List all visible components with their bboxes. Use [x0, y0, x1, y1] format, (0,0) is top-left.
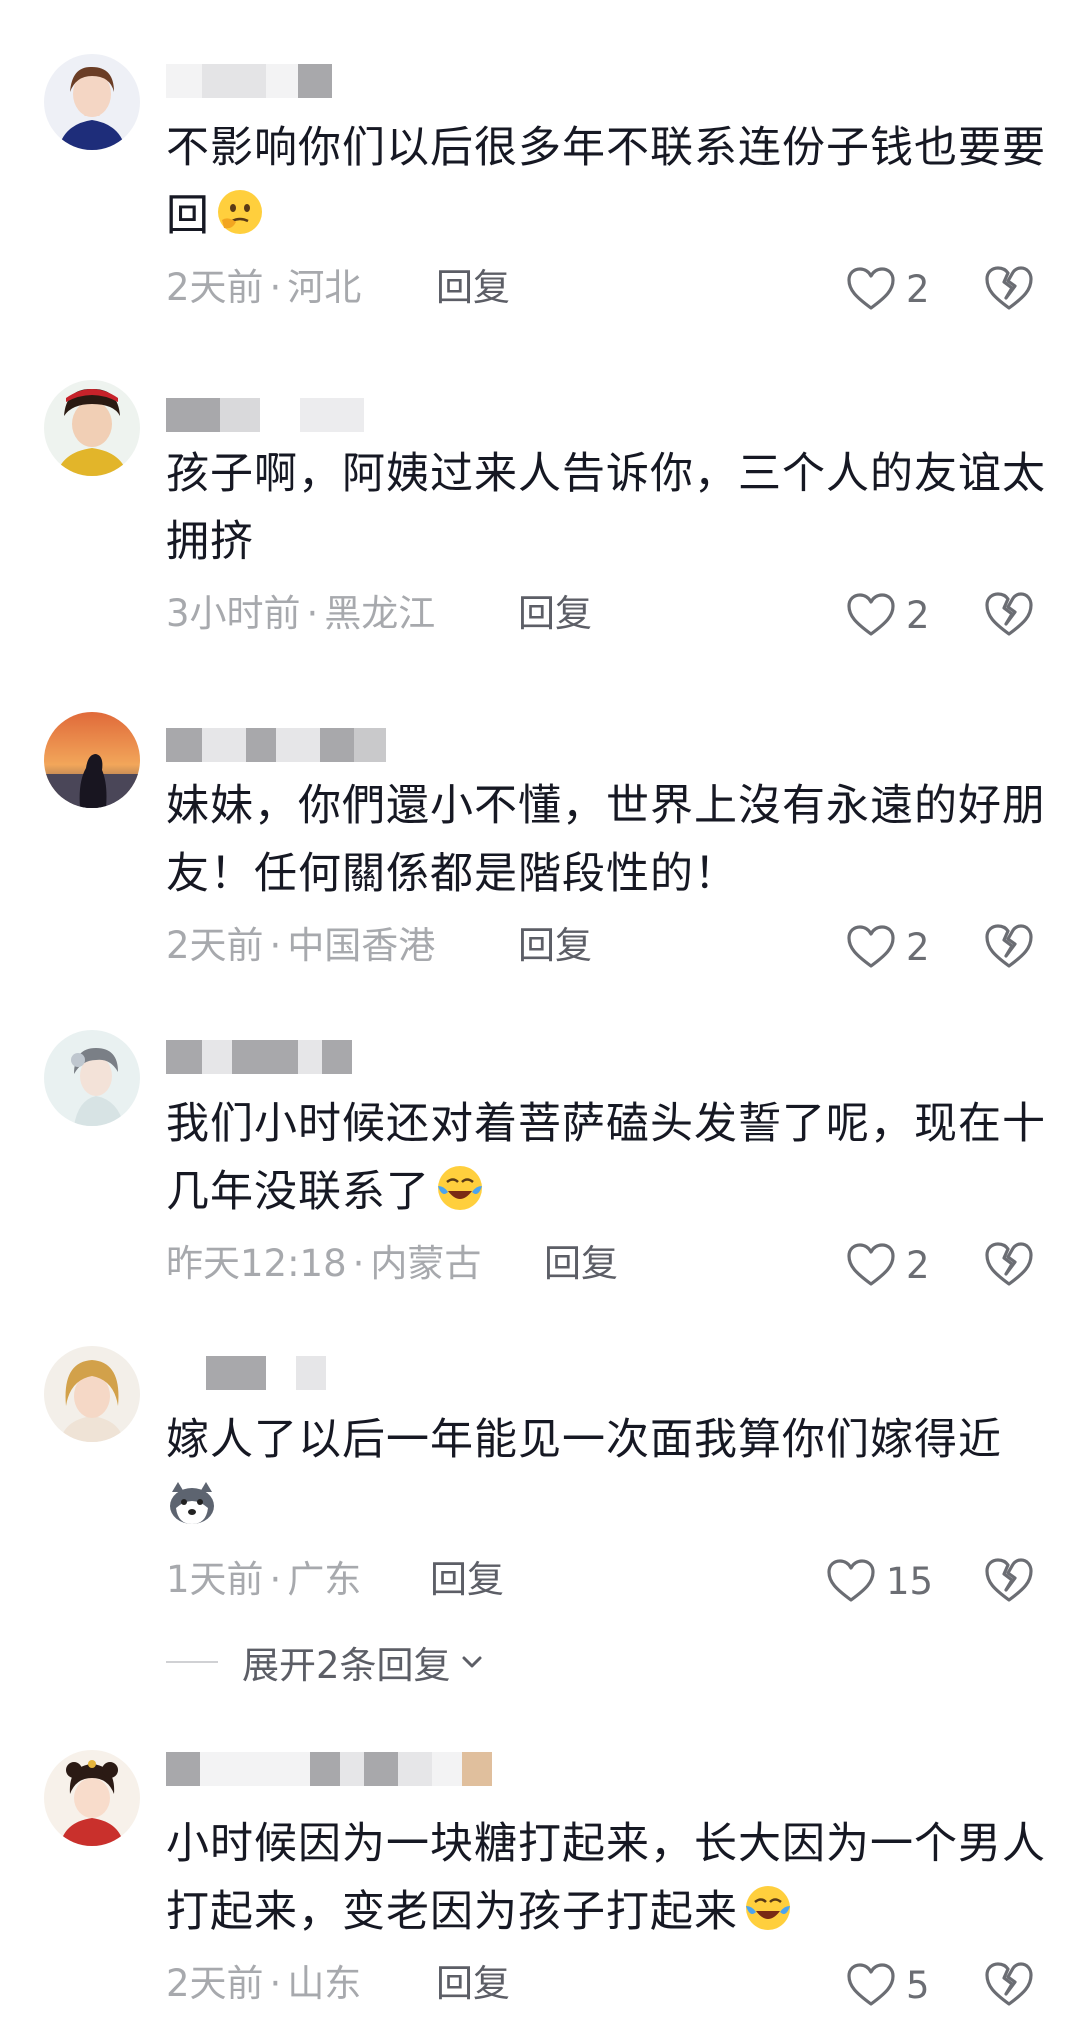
broken-heart-icon — [985, 1242, 1033, 1286]
chevron-down-icon — [462, 1656, 482, 1668]
comment-meta: 3小时前 · 黑龙江 — [166, 590, 435, 638]
comment-meta: 2天前 · 山东 — [166, 1960, 361, 2008]
comment-text: 不影响你们以后很多年不联系连份子钱也要要回 — [166, 123, 1046, 241]
meta-separator: · — [352, 1242, 365, 1285]
meta-separator: · — [269, 924, 282, 967]
expand-replies-label: 展开2条回复 — [242, 1644, 451, 1687]
meta-separator: · — [269, 266, 282, 309]
comment-time: 2天前 — [166, 924, 264, 967]
avatar[interactable] — [44, 1750, 140, 1846]
like-count: 2 — [906, 1243, 930, 1287]
comment-text: 小时候因为一块糖打起来，长大因为一个男人打起来，变老因为孩子打起来 — [166, 1819, 1046, 1937]
dislike-button[interactable] — [984, 922, 1034, 972]
reply-button[interactable]: 回复 — [430, 1556, 504, 1604]
comment-location: 中国香港 — [287, 924, 436, 967]
husky-dog-emoji — [166, 1478, 218, 1530]
comment-text: 我们小时候还对着菩萨磕头发誓了呢，现在十几年没联系了 — [166, 1099, 1046, 1217]
reply-button[interactable]: 回复 — [518, 922, 592, 970]
like-button[interactable]: 15 — [826, 1556, 933, 1606]
comment-text: 孩子啊，阿姨过来人告诉你，三个人的友谊太拥挤 — [166, 449, 1046, 567]
dislike-button[interactable] — [984, 1960, 1034, 2010]
crying-laughing-emoji — [434, 1162, 486, 1214]
comment-time: 2天前 — [166, 266, 264, 309]
broken-heart-icon — [985, 1962, 1033, 2006]
heart-icon — [827, 1559, 875, 1602]
comment-meta: 1天前 · 广东 — [166, 1556, 361, 1604]
reply-button[interactable]: 回复 — [436, 264, 510, 312]
comment-time: 昨天12:18 — [166, 1242, 347, 1285]
meta-separator: · — [269, 1962, 282, 2005]
comment-time: 3小时前 — [166, 592, 301, 635]
crying-laughing-emoji — [742, 1882, 794, 1934]
comment-meta: 2天前 · 河北 — [166, 264, 361, 312]
comment-meta: 昨天12:18 · 内蒙古 — [166, 1240, 481, 1288]
heart-icon — [847, 925, 895, 968]
comment-location: 广东 — [287, 1558, 362, 1601]
broken-heart-icon — [985, 266, 1033, 310]
expand-replies-button[interactable]: 展开2条回复 — [166, 1638, 487, 1687]
like-button[interactable]: 5 — [846, 1960, 930, 2010]
divider — [166, 1661, 218, 1663]
like-count: 2 — [906, 593, 930, 637]
dislike-button[interactable] — [984, 264, 1034, 314]
avatar[interactable] — [44, 1030, 140, 1126]
dislike-button[interactable] — [984, 1240, 1034, 1290]
heart-icon — [847, 593, 895, 636]
reply-button[interactable]: 回复 — [518, 590, 592, 638]
like-count: 5 — [906, 1963, 930, 2007]
broken-heart-icon — [985, 592, 1033, 636]
comment-time: 1天前 — [166, 1558, 264, 1601]
comment-text: 嫁人了以后一年能见一次面我算你们嫁得近 — [166, 1406, 1046, 1542]
avatar[interactable] — [44, 380, 140, 476]
heart-icon — [847, 1243, 895, 1286]
reply-button[interactable]: 回复 — [544, 1240, 618, 1288]
like-count: 2 — [906, 925, 930, 969]
like-button[interactable]: 2 — [846, 590, 930, 640]
broken-heart-icon — [985, 924, 1033, 968]
like-count: 15 — [886, 1559, 934, 1603]
comment-location: 内蒙古 — [370, 1242, 482, 1285]
like-button[interactable]: 2 — [846, 922, 930, 972]
comment-location: 山东 — [287, 1962, 362, 2005]
dislike-button[interactable] — [984, 1556, 1034, 1606]
avatar[interactable] — [44, 1346, 140, 1442]
avatar[interactable] — [44, 712, 140, 808]
like-button[interactable]: 2 — [846, 1240, 930, 1290]
broken-heart-icon — [985, 1558, 1033, 1602]
heart-icon — [847, 267, 895, 310]
avatar[interactable] — [44, 54, 140, 150]
like-button[interactable]: 2 — [846, 264, 930, 314]
dislike-button[interactable] — [984, 590, 1034, 640]
like-count: 2 — [906, 267, 930, 311]
meta-separator: · — [269, 1558, 282, 1601]
comment-time: 2天前 — [166, 1962, 264, 2005]
comment-location: 河北 — [287, 266, 362, 309]
heart-icon — [847, 1963, 895, 2006]
thinking-face-emoji — [214, 186, 266, 238]
comment-location: 黑龙江 — [324, 592, 436, 635]
comment-text: 妹妹，你們還小不懂，世界上沒有永遠的好朋友！任何關係都是階段性的！ — [166, 781, 1046, 899]
comment-meta: 2天前 · 中国香港 — [166, 922, 435, 970]
reply-button[interactable]: 回复 — [436, 1960, 510, 2008]
meta-separator: · — [306, 592, 319, 635]
